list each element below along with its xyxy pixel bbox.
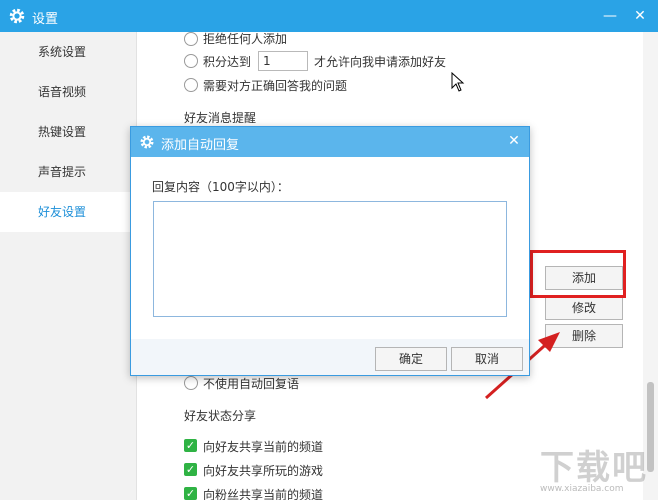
watermark-text: 下载吧	[540, 448, 648, 488]
dialog-title: 添加自动回复	[161, 138, 240, 153]
watermark-logo: 下载吧 www.xiazaiba.com	[510, 440, 655, 498]
dialog-title-bar: 添加自动回复 ✕	[131, 127, 529, 157]
mouse-cursor-icon	[451, 72, 465, 92]
cancel-button[interactable]: 取消	[451, 347, 523, 371]
reply-content-textarea[interactable]	[153, 201, 507, 317]
reply-content-label: 回复内容（100字以内）：	[152, 180, 289, 194]
gear-icon	[140, 135, 154, 149]
dialog-close-button[interactable]: ✕	[505, 132, 523, 150]
add-autoreply-dialog: 添加自动回复 ✕ 回复内容（100字以内）： 确定 取消	[130, 126, 530, 376]
watermark-url: www.xiazaiba.com	[540, 484, 624, 494]
ok-button[interactable]: 确定	[375, 347, 447, 371]
